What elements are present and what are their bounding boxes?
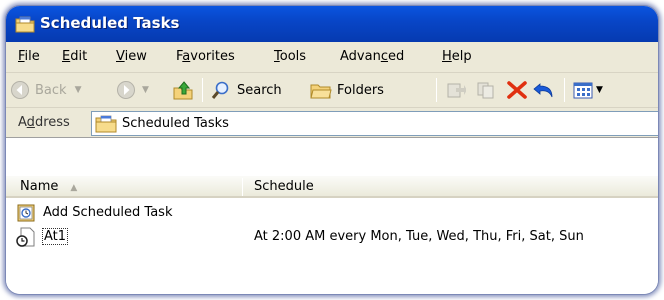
task-name: At1 — [42, 228, 69, 245]
task-schedule: At 2:00 AM every Mon, Tue, Wed, Thu, Fri… — [254, 229, 584, 244]
back-arrow-icon — [11, 81, 29, 99]
back-label: Back — [35, 82, 67, 98]
file-list: Name ▲ Schedule Add Scheduled Task At1 At… — [6, 138, 658, 294]
explorer-window: Scheduled Tasks File Edit View Favorites… — [6, 6, 658, 294]
address-bar: Address Scheduled Tasks — [6, 108, 658, 138]
up-folder-icon — [173, 81, 193, 100]
views-button[interactable]: ▼ — [572, 79, 603, 101]
menu-edit[interactable]: Edit — [62, 49, 87, 64]
scheduled-tasks-folder-icon — [15, 16, 35, 33]
menu-advanced[interactable]: Advanced — [340, 49, 404, 64]
up-folder-button[interactable] — [172, 79, 194, 101]
toolbar: Back ▼ ▼ Search Folders ▼ — [6, 73, 658, 108]
menu-file[interactable]: File — [18, 49, 40, 64]
copy-to-button[interactable] — [476, 79, 496, 101]
address-label: Address — [18, 115, 70, 130]
add-scheduled-task-icon — [17, 204, 35, 222]
window-title: Scheduled Tasks — [40, 14, 180, 32]
forward-arrow-icon — [117, 81, 135, 99]
search-button[interactable]: Search — [210, 79, 282, 101]
back-dropdown-icon[interactable]: ▼ — [75, 85, 82, 95]
menu-view[interactable]: View — [116, 49, 147, 64]
copy-to-icon — [477, 82, 494, 99]
list-header: Name ▲ Schedule — [6, 176, 658, 198]
back-button[interactable]: Back ▼ — [10, 79, 81, 101]
task-clock-icon — [16, 227, 35, 247]
folders-button[interactable]: Folders — [310, 79, 384, 101]
toolbar-separator — [202, 78, 203, 102]
forward-dropdown-icon[interactable]: ▼ — [142, 85, 149, 95]
search-label: Search — [237, 82, 282, 98]
forward-button[interactable]: ▼ — [116, 79, 149, 101]
sort-ascending-icon: ▲ — [70, 183, 78, 193]
delete-x-icon — [507, 81, 527, 99]
views-grid-icon — [573, 82, 593, 99]
search-icon — [211, 81, 229, 99]
undo-icon — [533, 83, 553, 98]
column-header-name[interactable]: Name ▲ — [20, 179, 77, 194]
task-name: Add Scheduled Task — [43, 205, 173, 220]
move-to-button[interactable] — [446, 79, 466, 101]
menu-bar: File Edit View Favorites Tools Advanced … — [6, 42, 658, 73]
column-divider[interactable] — [242, 178, 243, 196]
address-value: Scheduled Tasks — [122, 116, 229, 131]
delete-button[interactable] — [506, 79, 528, 101]
toolbar-separator — [564, 78, 565, 102]
menu-help[interactable]: Help — [442, 49, 472, 64]
undo-button[interactable] — [532, 79, 556, 101]
column-header-schedule[interactable]: Schedule — [254, 179, 314, 194]
menu-tools[interactable]: Tools — [274, 49, 306, 64]
toolbar-separator — [436, 78, 437, 102]
address-input[interactable]: Scheduled Tasks — [91, 111, 658, 136]
views-dropdown-icon[interactable]: ▼ — [596, 85, 603, 95]
list-item[interactable]: At1 At 2:00 AM every Mon, Tue, Wed, Thu,… — [6, 226, 658, 248]
title-bar[interactable]: Scheduled Tasks — [6, 6, 658, 42]
scheduled-tasks-folder-icon — [95, 115, 117, 133]
folders-icon — [310, 84, 332, 99]
list-item[interactable]: Add Scheduled Task — [6, 202, 658, 224]
menu-favorites[interactable]: Favorites — [176, 49, 235, 64]
folders-label: Folders — [337, 82, 384, 98]
move-to-icon — [447, 83, 466, 98]
